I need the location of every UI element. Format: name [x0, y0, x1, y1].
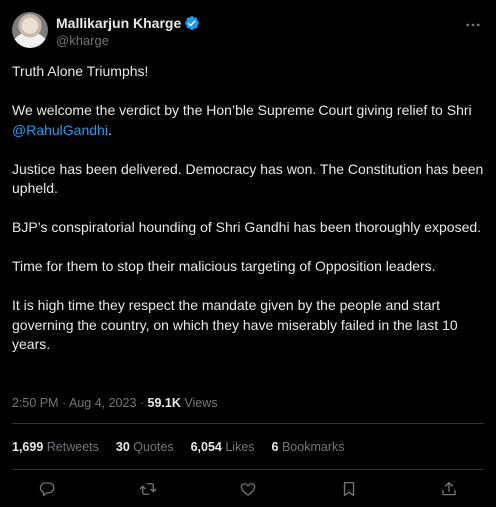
bookmark-icon[interactable] [338, 478, 360, 500]
tweet-header: Mallikarjun Kharge @kharge [12, 12, 484, 52]
display-name-row: Mallikarjun Kharge [56, 14, 200, 32]
tweet-paragraph: Justice has been delivered. Democracy ha… [12, 160, 484, 199]
quotes-count: 30 [115, 440, 130, 454]
likes-stat[interactable]: 6,054 Likes [191, 440, 255, 454]
share-icon[interactable] [438, 478, 460, 500]
paragraph-text: It is high time they respect the mandate… [12, 297, 462, 352]
paragraph-text: We welcome the verdict by the Hon’ble Su… [12, 102, 476, 118]
mention-link[interactable]: @RahulGandhi [12, 122, 108, 138]
reply-icon[interactable] [36, 478, 58, 500]
likes-count: 6,054 [190, 440, 222, 454]
heart-icon[interactable] [237, 478, 259, 500]
tweet-time[interactable]: 2:50 PM [12, 396, 59, 410]
divider [12, 469, 484, 470]
tweet-paragraph: We welcome the verdict by the Hon’ble Su… [12, 101, 484, 140]
paragraph-text: BJP’s conspiratorial hounding of Shri Ga… [12, 219, 482, 235]
paragraph-text: Truth Alone Triumphs! [12, 63, 149, 79]
retweet-icon[interactable] [137, 478, 159, 500]
display-name[interactable]: Mallikarjun Kharge [56, 15, 181, 31]
avatar[interactable] [12, 12, 48, 48]
views-count: 59.1K [147, 396, 181, 410]
handle[interactable]: @kharge [56, 33, 200, 48]
tweet-meta: 2:50 PM · Aug 4, 2023 · 59.1K Views [12, 396, 217, 410]
retweets-count: 1,699 [12, 440, 44, 454]
views-label: Views [184, 396, 218, 410]
quotes-stat[interactable]: 30 Quotes [116, 440, 174, 454]
more-icon[interactable] [464, 16, 482, 34]
bookmarks-label: Bookmarks [281, 440, 345, 454]
paragraph-text: Time for them to stop their malicious ta… [12, 258, 436, 274]
quotes-label: Quotes [133, 440, 174, 454]
action-bar [36, 478, 460, 500]
tweet-date[interactable]: Aug 4, 2023 [69, 396, 136, 410]
tweet-text: Truth Alone Triumphs! We welcome the ver… [12, 62, 484, 374]
tweet-stats: 1,699 Retweets 30 Quotes 6,054 Likes 6 B… [12, 440, 345, 454]
meta-separator: · [136, 396, 148, 410]
tweet-paragraph: Time for them to stop their malicious ta… [12, 257, 484, 277]
bookmarks-count: 6 [271, 440, 279, 454]
divider [12, 423, 484, 424]
tweet-paragraph: Truth Alone Triumphs! [12, 62, 484, 82]
tweet-paragraph: BJP’s conspiratorial hounding of Shri Ga… [12, 218, 484, 238]
tweet-card: Mallikarjun Kharge @kharge Truth Alone T… [0, 0, 496, 507]
likes-label: Likes [225, 440, 255, 454]
paragraph-text: Justice has been delivered. Democracy ha… [12, 160, 488, 197]
paragraph-text: . [107, 121, 112, 138]
retweets-stat[interactable]: 1,699 Retweets [12, 440, 99, 454]
tweet-paragraph: It is high time they respect the mandate… [12, 296, 484, 355]
retweets-label: Retweets [46, 440, 99, 454]
author-info: Mallikarjun Kharge @kharge [56, 14, 200, 48]
meta-separator: · [58, 396, 69, 410]
verified-badge-icon [184, 15, 200, 31]
bookmarks-stat[interactable]: 6 Bookmarks [272, 440, 345, 454]
